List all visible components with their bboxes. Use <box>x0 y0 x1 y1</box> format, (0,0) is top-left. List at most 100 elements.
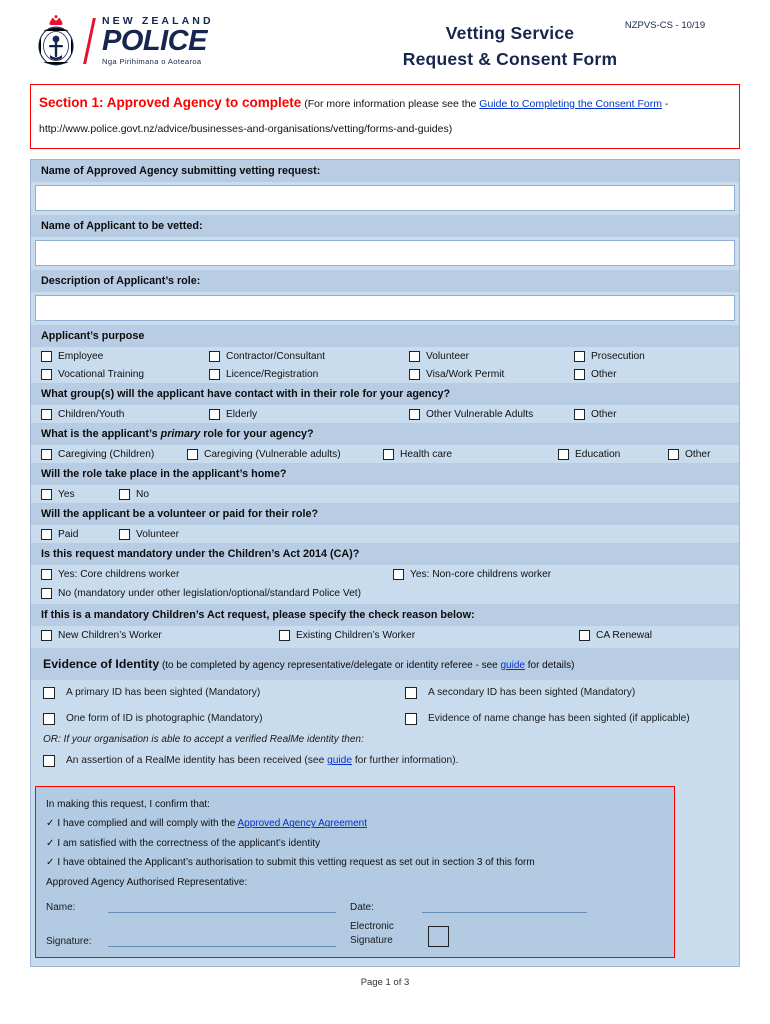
checkbox-caregiving-vulnerable-adults[interactable]: Caregiving (Vulnerable adults) <box>187 448 383 460</box>
childrens-act-row-2: No (mandatory under other legislation/op… <box>31 583 739 604</box>
checkbox-icon[interactable] <box>574 350 585 362</box>
checkbox-icon[interactable] <box>409 368 420 380</box>
page-footer: Page 1 of 3 <box>360 977 410 989</box>
checkbox-label: Existing Children’s Worker <box>296 629 416 641</box>
checkbox-icon[interactable] <box>119 488 130 500</box>
checkbox-icon[interactable] <box>187 448 198 460</box>
checkbox-icon[interactable] <box>41 587 52 599</box>
checkbox-icon[interactable] <box>574 368 585 380</box>
checkbox-volunteer[interactable]: Volunteer <box>409 350 574 362</box>
checkbox-other-vulnerable-adults[interactable]: Other Vulnerable Adults <box>409 408 574 420</box>
declaration-item-3: ✓ I have obtained the Applicant’s authori… <box>46 853 664 873</box>
checkbox-icon[interactable] <box>279 629 290 641</box>
realme-or-line: OR: If your organisation is able to acce… <box>43 733 364 745</box>
checkbox-icon[interactable] <box>43 712 55 725</box>
checkbox-icon[interactable] <box>41 448 52 460</box>
signature-input[interactable] <box>108 933 336 948</box>
checkbox-name-change-evidence[interactable]: Evidence of name change has been sighted… <box>405 712 690 725</box>
checkbox-prosecution[interactable]: Prosecution <box>574 350 645 362</box>
checkbox-icon[interactable] <box>574 408 585 420</box>
checkbox-icon[interactable] <box>579 629 590 641</box>
checkbox-label: Prosecution <box>591 350 645 362</box>
checkbox-children-youth[interactable]: Children/Youth <box>41 408 209 420</box>
checkbox-volunteer-role[interactable]: Volunteer <box>119 528 179 540</box>
checkbox-icon[interactable] <box>119 528 130 540</box>
checkbox-label: Evidence of name change has been sighted… <box>428 713 690 725</box>
checkbox-primary-id-sighted[interactable]: A primary ID has been sighted (Mandatory… <box>43 686 405 699</box>
checkbox-icon[interactable] <box>558 448 569 460</box>
signature-label: Signature: <box>46 936 92 948</box>
checkbox-visa-work-permit[interactable]: Visa/Work Permit <box>409 368 574 380</box>
checkbox-icon[interactable] <box>41 629 52 641</box>
page-header: NEW ZEALAND POLICE Nga Pirihimana o Aote… <box>30 0 740 76</box>
checkbox-ca-renewal[interactable]: CA Renewal <box>579 629 652 641</box>
checkbox-icon[interactable] <box>43 754 55 767</box>
heading-primary-role-emphasis: primary <box>160 427 201 440</box>
checkbox-primary-role-other[interactable]: Other <box>668 448 710 460</box>
checkbox-core-childrens-worker[interactable]: Yes: Core childrens worker <box>41 568 393 580</box>
eoi-guide-link[interactable]: guide <box>500 660 524 671</box>
checkbox-icon[interactable] <box>41 368 52 380</box>
checkbox-label: Employee <box>58 350 104 362</box>
checkbox-education[interactable]: Education <box>558 448 668 460</box>
checkbox-elderly[interactable]: Elderly <box>209 408 409 420</box>
checkbox-paid[interactable]: Paid <box>41 528 119 540</box>
checkbox-icon[interactable] <box>43 686 55 699</box>
logo-red-slash <box>84 18 94 64</box>
checkbox-icon[interactable] <box>209 408 220 420</box>
checkbox-caregiving-children[interactable]: Caregiving (Children) <box>41 448 187 460</box>
checkbox-existing-childrens-worker[interactable]: Existing Children’s Worker <box>279 629 579 641</box>
declaration-signature-row: Signature: Electronic Signature <box>46 920 664 948</box>
checkbox-label: Education <box>575 448 621 460</box>
name-input[interactable] <box>108 899 336 914</box>
checkbox-icon[interactable] <box>405 712 417 725</box>
checkbox-icon[interactable] <box>209 350 220 362</box>
checkbox-icon[interactable] <box>405 686 417 699</box>
checkbox-realme-assertion[interactable]: An assertion of a RealMe identity has be… <box>43 754 459 767</box>
guide-to-completing-link[interactable]: Guide to Completing the Consent Form <box>479 98 662 110</box>
checkbox-home-no[interactable]: No <box>119 488 149 500</box>
agency-name-input[interactable] <box>35 184 735 211</box>
checkbox-icon[interactable] <box>409 350 420 362</box>
date-input[interactable] <box>422 899 587 914</box>
checkbox-icon[interactable] <box>41 488 52 500</box>
contact-groups-row: Children/Youth Elderly Other Vulnerable … <box>31 405 739 423</box>
esig-label-line-1: Electronic <box>350 921 394 933</box>
checkbox-icon[interactable] <box>41 350 52 362</box>
checkbox-electronic-signature[interactable] <box>428 926 449 948</box>
checkbox-icon[interactable] <box>383 448 394 460</box>
checkbox-health-care[interactable]: Health care <box>383 448 558 460</box>
checkbox-secondary-id-sighted[interactable]: A secondary ID has been sighted (Mandato… <box>405 686 635 699</box>
applicant-role-input[interactable] <box>35 294 735 321</box>
form-body: Name of Approved Agency submitting vetti… <box>30 158 740 968</box>
heading-paid-or-volunteer: Will the applicant be a volunteer or pai… <box>31 502 739 525</box>
checkbox-icon[interactable] <box>41 408 52 420</box>
checkbox-purpose-other[interactable]: Other <box>574 368 616 380</box>
checkbox-non-core-childrens-worker[interactable]: Yes: Non-core childrens worker <box>393 568 551 580</box>
checkbox-new-childrens-worker[interactable]: New Children’s Worker <box>41 629 279 641</box>
heading-check-reason: If this is a mandatory Children’s Act re… <box>31 603 739 626</box>
realme-text-post: for further information). <box>352 755 459 767</box>
checkbox-photographic-id[interactable]: One form of ID is photographic (Mandator… <box>43 712 405 725</box>
checkbox-icon[interactable] <box>668 448 679 460</box>
declaration-item-2: ✓ I am satisfied with the correctness of … <box>46 834 664 854</box>
checkbox-childrens-act-no[interactable]: No (mandatory under other legislation/op… <box>41 587 361 599</box>
checkbox-label: Licence/Registration <box>226 368 319 380</box>
checkbox-icon[interactable] <box>41 568 52 580</box>
purpose-row-2: Vocational Training Licence/Registration… <box>31 365 739 383</box>
purpose-row-1: Employee Contractor/Consultant Volunteer… <box>31 347 739 365</box>
applicant-name-input[interactable] <box>35 239 735 266</box>
checkbox-contact-other[interactable]: Other <box>574 408 616 420</box>
approved-agency-agreement-link[interactable]: Approved Agency Agreement <box>237 818 367 829</box>
realme-guide-link[interactable]: guide <box>327 755 352 766</box>
checkbox-employee[interactable]: Employee <box>41 350 209 362</box>
checkbox-icon[interactable] <box>209 368 220 380</box>
checkbox-vocational-training[interactable]: Vocational Training <box>41 368 209 380</box>
heading-primary-role: What is the applicant’s primary role for… <box>31 422 739 445</box>
checkbox-home-yes[interactable]: Yes <box>41 488 119 500</box>
checkbox-icon[interactable] <box>41 528 52 540</box>
checkbox-icon[interactable] <box>393 568 404 580</box>
checkbox-licence-registration[interactable]: Licence/Registration <box>209 368 409 380</box>
checkbox-icon[interactable] <box>409 408 420 420</box>
checkbox-contractor-consultant[interactable]: Contractor/Consultant <box>209 350 409 362</box>
